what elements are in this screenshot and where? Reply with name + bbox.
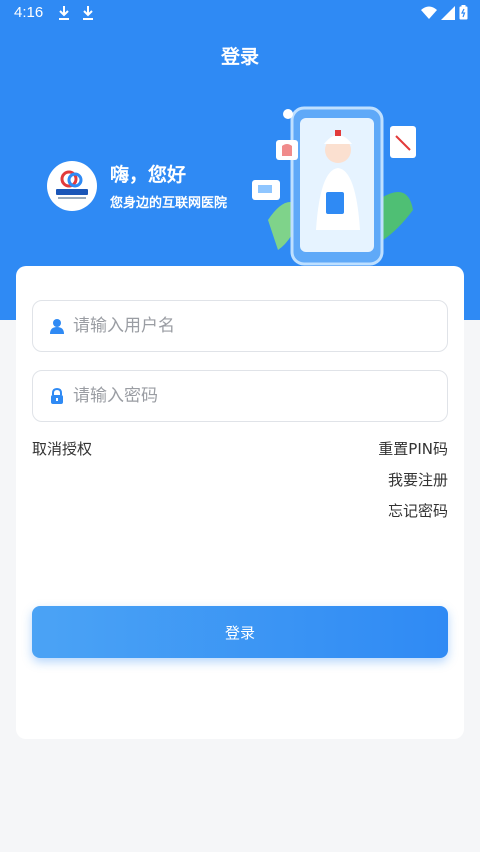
user-icon [50,319,64,334]
logo [47,161,97,211]
username-field[interactable] [32,300,448,352]
login-button[interactable]: 登录 [32,606,448,658]
signal-icon [441,5,455,20]
lock-icon [51,388,63,404]
greeting-subtitle: 您身边的互联网医院 [110,196,228,211]
wifi-icon [421,6,437,19]
username-input[interactable] [73,301,433,351]
download-icon [83,6,93,20]
password-field[interactable] [32,370,448,422]
status-time: 4:16 [14,4,44,21]
reset-pin-link[interactable]: 重置PIN码 [378,438,448,459]
download-icon [59,6,69,20]
battery-icon [459,5,468,20]
logo-mark [56,170,88,199]
page-title: 登录 [220,46,259,68]
doctor-illustration [252,106,416,266]
cancel-authorization-link[interactable]: 取消授权 [32,438,92,459]
status-bar: 4:16 [0,0,480,26]
register-link[interactable]: 我要注册 [388,469,448,490]
password-input[interactable] [73,371,433,421]
forgot-password-link[interactable]: 忘记密码 [388,500,448,521]
greeting-title: 嗨，您好 [110,164,187,186]
